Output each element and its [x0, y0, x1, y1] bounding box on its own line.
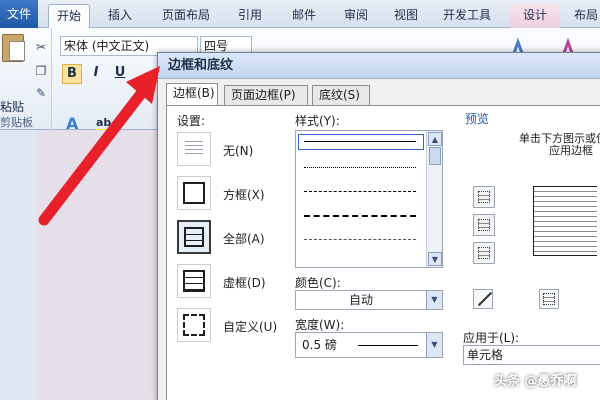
tab-home[interactable]: 开始	[48, 4, 90, 28]
cut-icon[interactable]: ✂	[34, 40, 48, 54]
tab-mailings[interactable]: 邮件	[282, 4, 326, 28]
setting-all-label: 全部(A)	[223, 232, 265, 246]
tab-developer[interactable]: 开发工具	[434, 4, 500, 28]
inside-horizontal-border-button[interactable]	[473, 214, 495, 236]
setting-all-icon	[177, 220, 211, 254]
preview-label: 预览	[465, 112, 490, 126]
setting-grid[interactable]: 虚框(D)	[177, 264, 307, 300]
clipboard-group-label: 剪贴板	[0, 116, 33, 129]
style-scrollbar[interactable]: ▲ ▼	[426, 131, 442, 267]
chevron-down-icon[interactable]: ▼	[426, 291, 442, 309]
style-solid[interactable]	[304, 141, 416, 142]
apply-label: 应用于(L):	[463, 331, 520, 345]
width-sample-line	[358, 345, 418, 346]
paste-label[interactable]: 粘贴	[0, 98, 24, 115]
watermark: 头条 @愚乔啊	[494, 374, 577, 389]
preview-lines	[533, 186, 597, 256]
left-border-button[interactable]	[539, 289, 559, 309]
tab-references[interactable]: 引用	[228, 4, 272, 28]
preview-hint-2: 应用边框	[549, 144, 593, 157]
settings-label: 设置:	[177, 114, 206, 128]
bottom-border-button[interactable]	[473, 242, 495, 264]
diagonal-border-button[interactable]	[473, 289, 493, 309]
copy-icon[interactable]: ❐	[34, 64, 48, 78]
color-value: 自动	[348, 293, 373, 307]
tab-view[interactable]: 视图	[386, 4, 426, 28]
width-combo[interactable]: 0.5 磅 ▼	[295, 332, 443, 358]
setting-none-icon	[177, 132, 211, 166]
setting-none-label: 无(N)	[223, 144, 254, 158]
apply-to-combo[interactable]: 单元格	[463, 345, 600, 365]
style-dotted[interactable]	[304, 167, 416, 168]
borders-shading-dialog: 边框和底纹 边框(B) 页面边框(P) 底纹(S) 设置: 无(N) 方框(X)…	[157, 52, 600, 400]
scroll-down-icon[interactable]: ▼	[428, 252, 442, 266]
tab-layout[interactable]: 布局	[566, 4, 600, 28]
tab-insert[interactable]: 插入	[98, 4, 142, 28]
style-list[interactable]: ▲ ▼	[295, 130, 443, 268]
top-border-button[interactable]	[473, 186, 495, 208]
dialog-title: 边框和底纹	[158, 53, 600, 79]
setting-custom[interactable]: 自定义(U)	[177, 308, 307, 344]
chevron-down-icon[interactable]: ▼	[426, 333, 442, 357]
bold-button[interactable]: B	[62, 64, 82, 84]
tab-page-border[interactable]: 页面边框(P)	[224, 85, 308, 105]
style-selected-frame	[298, 134, 424, 150]
underline-button[interactable]: U	[110, 64, 130, 84]
document-margin	[0, 130, 36, 400]
italic-button[interactable]: I	[86, 64, 106, 84]
style-dashed[interactable]	[304, 191, 416, 192]
setting-box-label: 方框(X)	[223, 188, 265, 202]
preview-area[interactable]	[513, 168, 597, 278]
setting-box-icon	[177, 176, 211, 210]
setting-custom-label: 自定义(U)	[223, 320, 278, 334]
tab-shading[interactable]: 底纹(S)	[312, 85, 370, 105]
setting-all[interactable]: 全部(A)	[177, 220, 307, 256]
tab-review[interactable]: 审阅	[334, 4, 378, 28]
setting-grid-icon	[177, 264, 211, 298]
setting-grid-label: 虚框(D)	[223, 276, 266, 290]
ribbon-tab-bar: 文件 开始 插入 页面布局 引用 邮件 审阅 视图 开发工具 设计 布局	[0, 0, 600, 28]
scroll-thumb[interactable]	[429, 147, 441, 165]
setting-box[interactable]: 方框(X)	[177, 176, 307, 212]
style-label: 样式(Y):	[295, 114, 340, 128]
scroll-up-icon[interactable]: ▲	[428, 132, 442, 146]
color-label: 颜色(C):	[295, 276, 341, 290]
setting-custom-icon	[177, 308, 211, 342]
tab-borders[interactable]: 边框(B)	[166, 83, 218, 105]
paste-icon[interactable]	[2, 34, 25, 62]
setting-none[interactable]: 无(N)	[177, 132, 307, 168]
style-dash-dot[interactable]	[304, 239, 416, 240]
width-value: 0.5 磅	[302, 338, 337, 352]
tab-file[interactable]: 文件	[0, 0, 38, 28]
style-dashed-wide[interactable]	[304, 215, 416, 217]
tab-design[interactable]: 设计	[510, 4, 560, 28]
clipboard-group: ✂ ❐ ✎ 粘贴 剪贴板	[0, 28, 52, 130]
tab-page-layout[interactable]: 页面布局	[150, 4, 222, 28]
width-label: 宽度(W):	[295, 318, 345, 332]
color-combo[interactable]: 自动 ▼	[295, 290, 443, 310]
document-page[interactable]	[38, 130, 158, 400]
format-painter-icon[interactable]: ✎	[34, 86, 48, 100]
